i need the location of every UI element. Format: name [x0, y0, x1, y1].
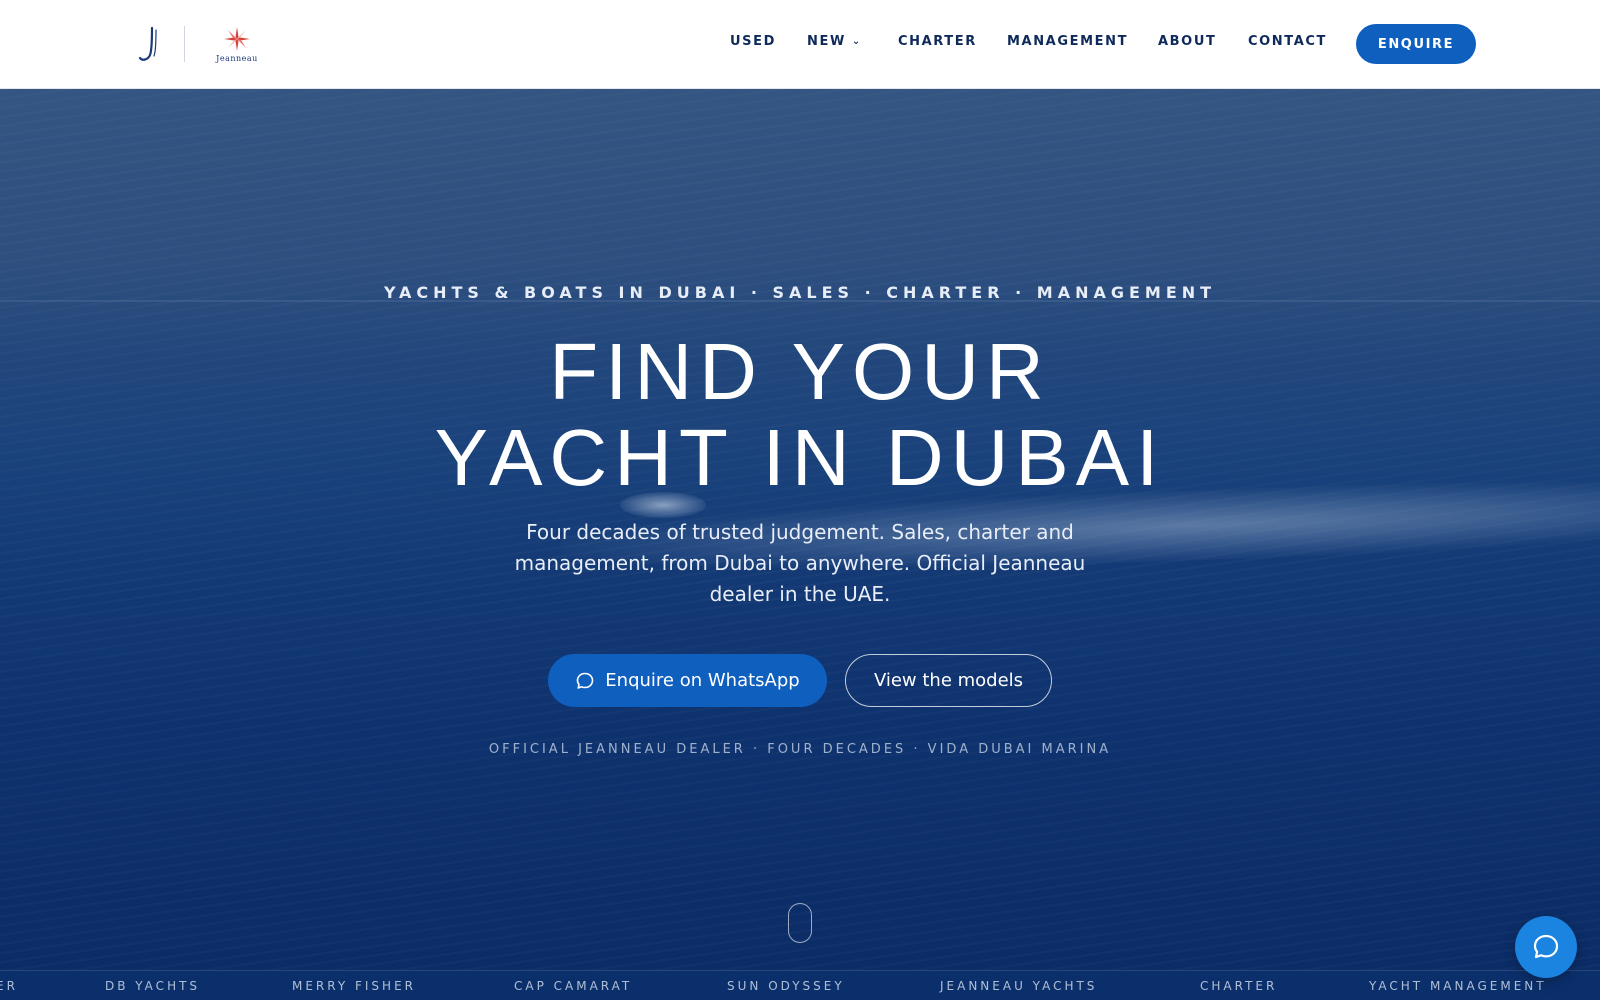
hero-eyebrow: YACHTS & BOATS IN DUBAI · SALES · CHARTE… [383, 283, 1217, 302]
chat-bubble-icon [1533, 934, 1559, 959]
enquire-button[interactable]: ENQUIRE [1356, 24, 1476, 64]
nav-item-contact[interactable]: CONTACT [1248, 34, 1327, 49]
enquire-whatsapp-button[interactable]: Enquire on WhatsApp [548, 654, 827, 707]
main-nav: USED NEW ⌄ CHARTER MANAGEMENT ABOUT CONTA… [0, 0, 1600, 88]
ticker-item: DB YACHTS [105, 979, 201, 993]
site-header: Jeanneau USED NEW ⌄ CHARTER MANAGEMENT AB… [0, 0, 1600, 89]
whatsapp-button-label: Enquire on WhatsApp [605, 670, 800, 691]
nav-item-new[interactable]: NEW ⌄ [807, 34, 862, 49]
ticker-item: ER [0, 979, 18, 993]
view-models-button[interactable]: View the models [845, 654, 1052, 707]
ticker-item: YACHT MANAGEMENT [1369, 979, 1547, 993]
ticker-item: SUN ODYSSEY [727, 979, 845, 993]
chat-widget-button[interactable] [1515, 916, 1577, 978]
nav-item-used[interactable]: USED [730, 34, 776, 49]
scroll-mouse-icon[interactable] [788, 903, 812, 943]
ticker-item: JEANNEAU YACHTS [940, 979, 1098, 993]
hero-headline: FIND YOUR YACHT IN DUBAI [0, 329, 1600, 501]
headline-line-2: YACHT IN DUBAI [434, 413, 1166, 502]
nav-item-about[interactable]: ABOUT [1158, 34, 1216, 49]
ticker-item: MERRY FISHER [292, 979, 416, 993]
ticker-item: CHARTER [1200, 979, 1278, 993]
nav-item-new-label: NEW [807, 34, 846, 49]
brand-ticker: ER DB YACHTS MERRY FISHER CAP CAMARAT SU… [0, 970, 1600, 1000]
nav-item-management[interactable]: MANAGEMENT [1007, 34, 1128, 49]
headline-line-1: FIND YOUR [549, 327, 1051, 416]
ticker-item: CAP CAMARAT [514, 979, 633, 993]
trust-line: OFFICIAL JEANNEAU DEALER · FOUR DECADES … [488, 742, 1112, 757]
chevron-down-icon: ⌄ [851, 36, 862, 47]
chat-bubble-icon [576, 672, 594, 689]
hero-section: YACHTS & BOATS IN DUBAI · SALES · CHARTE… [0, 89, 1600, 970]
hero-subtitle: Four decades of trusted judgement. Sales… [514, 520, 1086, 606]
nav-item-charter[interactable]: CHARTER [898, 34, 977, 49]
